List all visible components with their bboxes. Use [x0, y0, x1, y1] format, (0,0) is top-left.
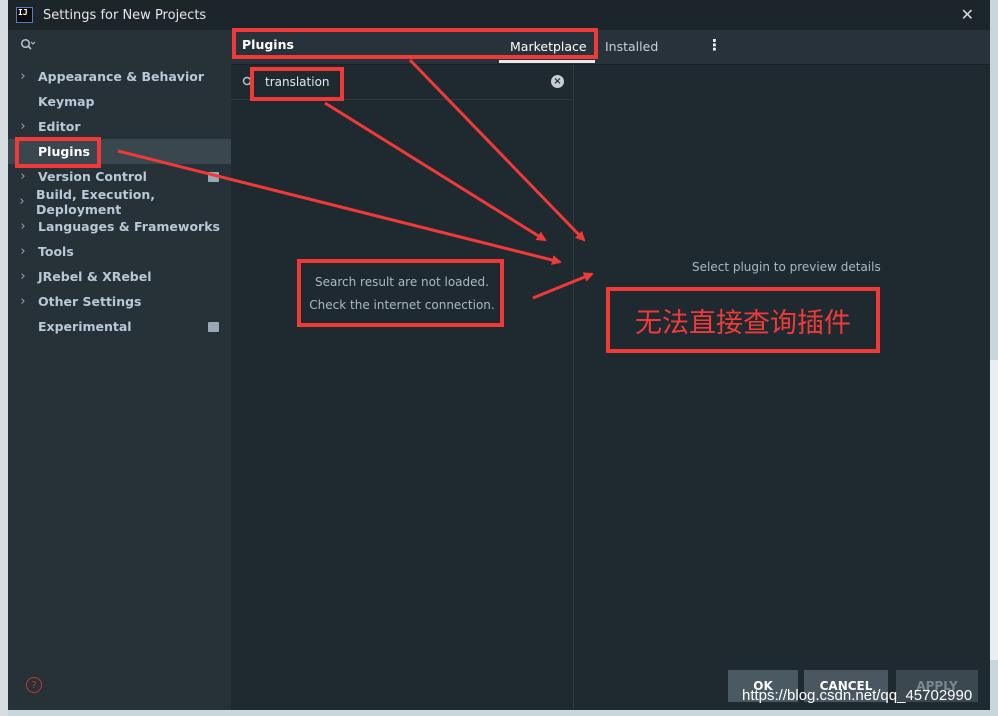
- watermark: https://blog.csdn.net/qq_45702990: [742, 687, 973, 704]
- arrow: [324, 101, 547, 242]
- arrow: [532, 272, 594, 300]
- arrow: [408, 58, 586, 242]
- annotation-arrows: [117, 58, 594, 300]
